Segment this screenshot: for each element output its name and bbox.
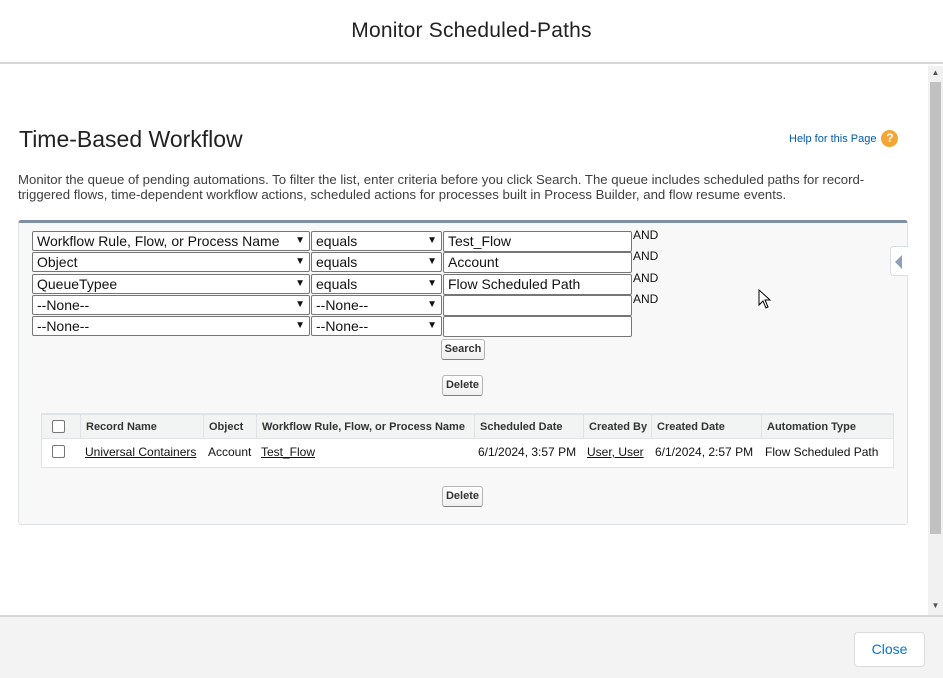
help-link[interactable]: Help for this Page ? xyxy=(789,130,899,147)
chevron-down-icon: ▼ xyxy=(427,278,437,289)
filter-operator-select[interactable]: --None-- ▼ xyxy=(311,316,442,336)
filter-conjunction: AND xyxy=(633,228,659,242)
scheduled-date-cell: 6/1/2024, 3:57 PM xyxy=(478,445,577,459)
results-table: Record Name Object Workflow Rule, Flow, … xyxy=(41,413,894,468)
column-header[interactable]: Created Date xyxy=(651,415,762,439)
vertical-scrollbar[interactable]: ▲ ▼ xyxy=(928,66,943,615)
collapse-arrow-icon xyxy=(895,255,902,269)
filter-operator-value: equals xyxy=(316,254,358,270)
filter-operator-select[interactable]: --None-- ▼ xyxy=(311,295,442,315)
filter-conjunction: AND xyxy=(633,249,659,263)
search-button[interactable]: Search xyxy=(441,339,485,360)
filter-field-value: Object xyxy=(37,254,78,270)
filter-value-input[interactable]: Test_Flow xyxy=(443,231,632,252)
filter-row: Workflow Rule, Flow, or Process Name ▼ eq… xyxy=(32,228,672,252)
filter-operator-value: equals xyxy=(316,276,358,292)
filter-conjunction: AND xyxy=(633,292,659,306)
column-header[interactable]: Record Name xyxy=(80,415,204,439)
row-checkbox[interactable] xyxy=(52,445,65,458)
filter-row: --None-- ▼ --None-- ▼ AND xyxy=(32,292,672,316)
filter-value-input[interactable]: Flow Scheduled Path xyxy=(443,274,632,295)
column-header[interactable]: Created By xyxy=(583,415,652,439)
filter-row: Object ▼ equals ▼ Account AND xyxy=(32,249,672,273)
chevron-down-icon: ▼ xyxy=(295,235,305,246)
table-header-row: Record Name Object Workflow Rule, Flow, … xyxy=(42,415,893,439)
column-header[interactable]: Workflow Rule, Flow, or Process Name xyxy=(256,415,475,439)
created-by-cell: User, User xyxy=(582,439,652,465)
modal-title: Monitor Scheduled-Paths xyxy=(351,19,592,42)
created-date-cell: 6/1/2024, 2:57 PM xyxy=(655,445,754,459)
filter-field-value: --None-- xyxy=(37,318,90,334)
chevron-down-icon: ▼ xyxy=(295,278,305,289)
object-cell: Account xyxy=(208,445,252,459)
page-description: Monitor the queue of pending automations… xyxy=(18,172,865,202)
record-name-cell: Universal Containers xyxy=(80,439,204,465)
filter-row: --None-- ▼ --None-- ▼ xyxy=(32,316,672,337)
filter-operator-select[interactable]: equals ▼ xyxy=(311,274,442,294)
chevron-down-icon: ▼ xyxy=(427,320,437,331)
filter-conjunction: AND xyxy=(633,271,659,285)
column-header[interactable]: Object xyxy=(203,415,257,439)
filter-block: Workflow Rule, Flow, or Process Name ▼ eq… xyxy=(18,220,908,525)
filter-value-input[interactable]: Account xyxy=(443,252,632,273)
workflow-link[interactable]: Test_Flow xyxy=(261,445,315,459)
filter-field-select[interactable]: Workflow Rule, Flow, or Process Name ▼ xyxy=(32,231,310,251)
scroll-up-icon[interactable]: ▲ xyxy=(928,66,943,80)
side-panel-toggle[interactable] xyxy=(890,246,908,276)
filter-operator-value: --None-- xyxy=(316,318,369,334)
automation-type-cell: Flow Scheduled Path xyxy=(765,445,879,459)
filter-field-value: QueueTypee xyxy=(37,276,118,292)
filter-field-select[interactable]: --None-- ▼ xyxy=(32,316,310,336)
column-header[interactable]: Automation Type xyxy=(761,415,887,439)
select-all-checkbox[interactable] xyxy=(52,420,65,433)
modal-footer: Close xyxy=(0,615,943,678)
help-link-label: Help for this Page xyxy=(789,132,877,145)
filter-field-select[interactable]: Object ▼ xyxy=(32,252,310,272)
help-icon: ? xyxy=(881,130,899,147)
filter-value-input[interactable] xyxy=(443,316,632,337)
chevron-down-icon: ▼ xyxy=(295,320,305,331)
mouse-pointer-icon xyxy=(758,289,772,309)
close-button[interactable]: Close xyxy=(854,632,925,667)
chevron-down-icon: ▼ xyxy=(295,299,305,310)
filter-value-input[interactable] xyxy=(443,295,632,316)
scrollbar-thumb[interactable] xyxy=(930,82,941,534)
chevron-down-icon: ▼ xyxy=(295,256,305,267)
column-header[interactable]: Scheduled Date xyxy=(474,415,583,439)
filter-field-select[interactable]: QueueTypee ▼ xyxy=(32,274,310,294)
filter-field-value: Workflow Rule, Flow, or Process Name xyxy=(37,233,280,249)
modal-header: Monitor Scheduled-Paths xyxy=(0,0,943,64)
filter-field-value: --None-- xyxy=(37,297,90,313)
filter-operator-select[interactable]: equals ▼ xyxy=(311,252,442,272)
filter-operator-value: --None-- xyxy=(316,297,369,313)
filter-operator-value: equals xyxy=(316,233,358,249)
chevron-down-icon: ▼ xyxy=(427,235,437,246)
delete-button[interactable]: Delete xyxy=(442,375,483,396)
chevron-down-icon: ▼ xyxy=(427,299,437,310)
table-row: Universal Containers Account Test_Flow 6… xyxy=(42,439,893,465)
workflow-cell: Test_Flow xyxy=(256,439,475,465)
chevron-down-icon: ▼ xyxy=(427,256,437,267)
modal-body: Time-Based Workflow Help for this Page ?… xyxy=(0,66,943,615)
filter-field-select[interactable]: --None-- ▼ xyxy=(32,295,310,315)
record-name-link[interactable]: Universal Containers xyxy=(85,445,196,459)
filter-row: QueueTypee ▼ equals ▼ Flow Scheduled Path … xyxy=(32,271,672,295)
page-title: Time-Based Workflow xyxy=(19,126,243,152)
created-by-link[interactable]: User, User xyxy=(587,445,644,459)
delete-button[interactable]: Delete xyxy=(442,486,483,507)
filter-operator-select[interactable]: equals ▼ xyxy=(311,231,442,251)
scroll-down-icon[interactable]: ▼ xyxy=(928,599,943,613)
